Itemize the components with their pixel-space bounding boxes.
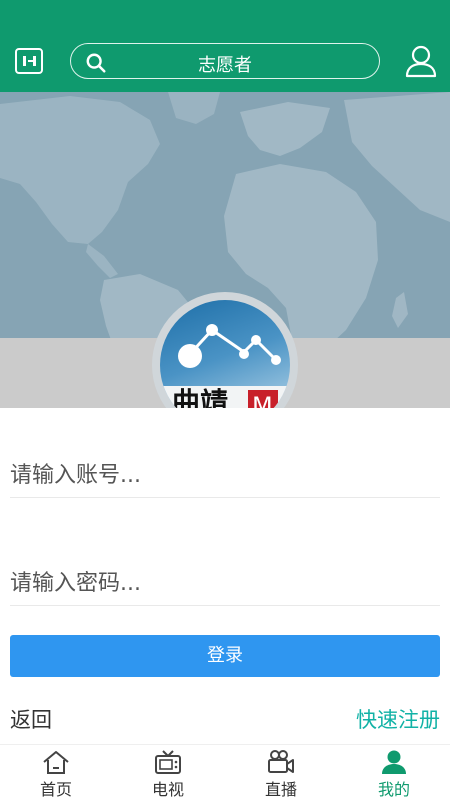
nav-label-tv: 电视 [151,780,184,799]
tv-icon [155,750,181,774]
nav-label-live: 直播 [264,780,297,799]
quick-register-link[interactable]: 快速注册 [356,704,440,734]
nav-item-tv[interactable]: 电视 [112,745,224,800]
nav-item-live[interactable]: 直播 [225,745,337,800]
home-icon [43,751,69,774]
account-input[interactable]: 请输入账号... [10,458,440,498]
nav-item-home[interactable]: 首页 [0,745,112,800]
top-header: 志愿者 [0,0,450,92]
search-text: 志愿者 [198,55,252,76]
password-input[interactable]: 请输入密码... [10,566,440,606]
search-bar[interactable]: 志愿者 [70,43,380,79]
user-icon[interactable] [404,43,438,79]
nav-label-home: 首页 [39,780,72,799]
password-placeholder: 请输入密码... [10,571,141,596]
login-button[interactable]: 登录 [10,635,440,677]
nav-label-mine: 我的 [377,780,410,799]
back-link[interactable]: 返回 [10,704,52,734]
nav-item-mine[interactable]: 我的 [338,745,450,800]
login-form: 请输入账号... 请输入密码... 登录 返回 快速注册 [0,408,450,744]
bottom-nav: 首页 电视 直播 我的 [0,744,450,800]
profile-icon [382,750,406,774]
account-placeholder: 请输入账号... [10,463,141,488]
camera-icon [268,750,294,773]
menu-square-icon[interactable] [15,48,43,74]
